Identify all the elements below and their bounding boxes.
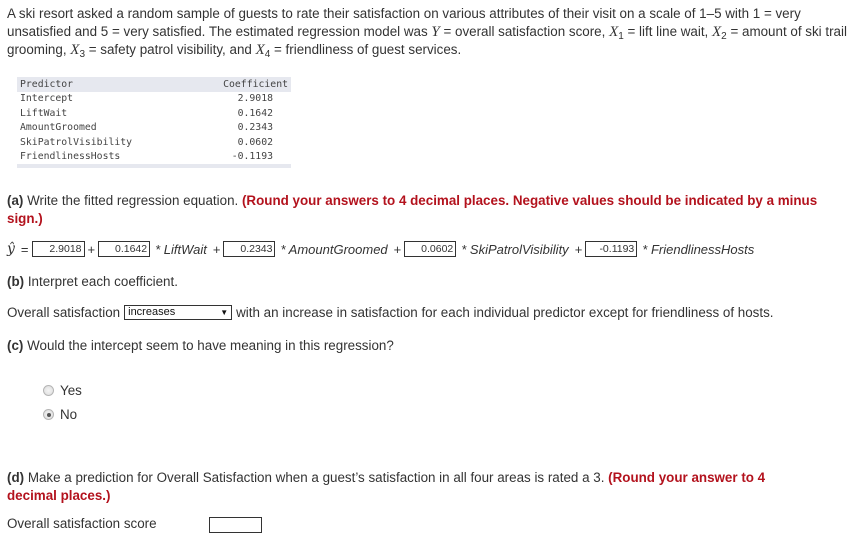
- coefficient-cell: -0.1193: [231, 151, 273, 163]
- prediction-label: Overall satisfaction score: [7, 516, 157, 531]
- friendliness-term: * FriendlinessHosts: [642, 241, 755, 257]
- part-c-question: (c) Would the intercept seem to have mea…: [7, 337, 394, 355]
- amountgroomed-coefficient-input[interactable]: 0.2343: [223, 241, 276, 257]
- part-c-label: (c): [7, 338, 24, 353]
- predictor-cell: Intercept: [20, 93, 74, 105]
- table-row: AmountGroomed 0.2343: [17, 121, 291, 136]
- coefficient-cell: 0.0602: [237, 136, 273, 148]
- radio-label-no: No: [60, 407, 78, 422]
- intercept-input[interactable]: 2.9018: [31, 241, 85, 257]
- table-row: Intercept 2.9018: [17, 92, 291, 107]
- part-b-text: Interpret each coefficient.: [24, 274, 178, 289]
- plus-sign: +: [212, 241, 221, 257]
- skipatrol-term: * SkiPatrolVisibility: [461, 241, 569, 257]
- coefficient-cell: 0.2343: [237, 122, 273, 134]
- radio-option-no[interactable]: No: [43, 407, 77, 422]
- predictor-cell: LiftWait: [20, 107, 68, 119]
- prediction-input[interactable]: [209, 517, 262, 533]
- radio-option-yes[interactable]: Yes: [43, 383, 82, 398]
- coefficient-cell: 2.9018: [237, 93, 273, 105]
- interpretation-suffix: with an increase in satisfaction for eac…: [236, 305, 774, 320]
- friendliness-coefficient-input[interactable]: -0.1193: [585, 241, 638, 257]
- part-d-question: (d) Make a prediction for Overall Satisf…: [7, 469, 817, 505]
- problem-statement: A ski resort asked a random sample of gu…: [7, 5, 857, 60]
- radio-label-yes: Yes: [60, 383, 82, 398]
- table-row: LiftWait 0.1642: [17, 106, 291, 121]
- x3-description: = safety patrol visibility, and: [85, 42, 256, 57]
- predictor-cell: AmountGroomed: [20, 122, 97, 134]
- liftwait-term: * LiftWait: [155, 241, 207, 257]
- predictor-cell: SkiPatrolVisibility: [20, 136, 133, 148]
- part-d-label: (d): [7, 470, 25, 485]
- header-coefficient: Coefficient: [223, 78, 288, 90]
- amountgroomed-term: * AmountGroomed: [280, 241, 388, 257]
- coefficient-cell: 0.1642: [237, 107, 273, 119]
- predictor-cell: FriendlinessHosts: [20, 151, 121, 163]
- part-b-label: (b): [7, 274, 25, 289]
- liftwait-coefficient-input[interactable]: 0.1642: [98, 241, 151, 257]
- x1-description: = lift line wait,: [623, 24, 712, 39]
- coefficient-table: Predictor Coefficient Intercept 2.9018 L…: [17, 77, 291, 168]
- equals-sign: =: [20, 241, 29, 257]
- header-predictor: Predictor: [20, 78, 74, 90]
- y-hat-symbol: ŷ: [7, 241, 15, 257]
- table-row: FriendlinessHosts -0.1193: [17, 150, 291, 165]
- part-a-label: (a): [7, 193, 24, 208]
- dropdown-selected-value: increases: [128, 306, 176, 318]
- y-variable: Y: [431, 24, 440, 40]
- radio-button-no[interactable]: [43, 409, 54, 420]
- intro-text: = overall satisfaction score,: [439, 24, 610, 39]
- dropdown-arrow-icon: ▼: [220, 308, 229, 317]
- part-d-text: Make a prediction for Overall Satisfacti…: [24, 470, 609, 485]
- regression-equation: ŷ = 2.9018 + 0.1642 * LiftWait + 0.2343 …: [7, 240, 757, 258]
- part-b-question: (b) Interpret each coefficient.: [7, 273, 178, 291]
- part-a-text: Write the fitted regression equation.: [23, 193, 242, 208]
- part-c-text: Would the intercept seem to have meaning…: [23, 338, 394, 353]
- x2-variable: X: [712, 24, 722, 40]
- direction-dropdown[interactable]: increases ▼: [124, 305, 233, 320]
- skipatrol-coefficient-input[interactable]: 0.0602: [404, 241, 457, 257]
- x4-variable: X: [255, 42, 265, 58]
- table-row: SkiPatrolVisibility 0.0602: [17, 135, 291, 150]
- plus-sign: +: [393, 241, 402, 257]
- plus-sign: +: [87, 241, 96, 257]
- part-a-question: (a) Write the fitted regression equation…: [7, 192, 852, 228]
- plus-sign: +: [574, 241, 583, 257]
- x4-description: = friendliness of guest services.: [270, 42, 462, 57]
- interpretation-prefix: Overall satisfaction: [7, 305, 121, 320]
- table-header-row: Predictor Coefficient: [17, 77, 291, 92]
- interpretation-row: Overall satisfaction increases ▼ with an…: [7, 305, 774, 320]
- x1-variable: X: [609, 24, 619, 40]
- radio-button-yes[interactable]: [43, 385, 54, 396]
